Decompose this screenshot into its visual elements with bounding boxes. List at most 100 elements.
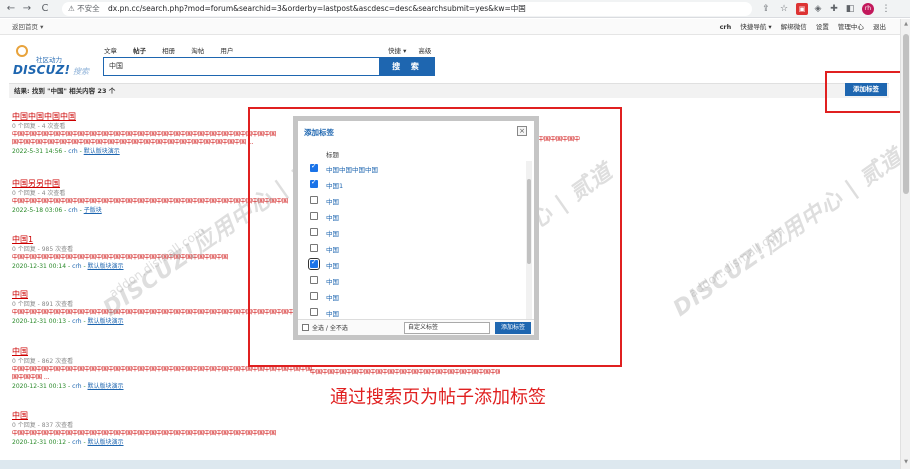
result-forum[interactable]: 默认版块演示: [88, 439, 124, 446]
result-date: 2020-12-31 00:13: [12, 383, 67, 390]
tag-label: 中国: [326, 198, 339, 206]
quick-dropdown[interactable]: 快捷 ▾: [388, 47, 406, 55]
tab-user[interactable]: 用户: [220, 47, 233, 55]
page-scrollbar[interactable]: ▲ ▼: [900, 19, 910, 469]
add-tag-modal: 添加标签 × 标题 中国中国中国中国 中国1 中国 中国 中国 中国 中国 中国…: [293, 116, 539, 340]
select-all-checkbox[interactable]: [302, 324, 309, 331]
tag-label: 中国: [326, 246, 339, 254]
result-user[interactable]: crh: [72, 263, 81, 270]
close-icon[interactable]: ×: [517, 126, 527, 136]
forward-arrow-icon[interactable]: →: [20, 2, 34, 16]
address-bar[interactable]: ⚠ 不安全 dx.pn.cc/search.php?mod=forum&sear…: [62, 2, 752, 16]
result-user[interactable]: crh: [72, 439, 81, 446]
result-user[interactable]: crh: [68, 207, 77, 214]
topbar-quicknav[interactable]: 快捷导航 ▾: [740, 23, 771, 31]
logo-search-icon: [16, 45, 28, 57]
tag-label: 中国1: [326, 182, 344, 190]
tab-article[interactable]: 文章: [104, 47, 117, 55]
modal-add-tag-button[interactable]: 添加标签: [495, 322, 531, 334]
tag-checkbox[interactable]: [310, 212, 318, 220]
result-count-bar: 结果: 找到 "中国" 相关内容 23 个: [9, 83, 889, 98]
tag-checkbox[interactable]: [310, 308, 318, 316]
tag-column-header: 标题: [326, 151, 339, 159]
highlight-box-add-tag: [825, 71, 908, 113]
extension-red-icon[interactable]: ▣: [796, 3, 808, 15]
result-user[interactable]: crh: [72, 318, 81, 325]
tag-label: 中国: [326, 294, 339, 302]
share-icon[interactable]: ⇪: [760, 3, 772, 15]
result-forum[interactable]: 默认版块演示: [88, 263, 124, 270]
topbar-logout[interactable]: 退出: [873, 23, 886, 31]
search-button[interactable]: 搜 索: [380, 57, 435, 76]
modal-scrollbar[interactable]: [526, 161, 532, 319]
tab-thread[interactable]: 帖子: [133, 47, 146, 55]
tag-row[interactable]: 中国: [304, 257, 526, 273]
extension-icon[interactable]: ◈: [812, 3, 824, 15]
result-forum[interactable]: 默认版块演示: [88, 383, 124, 390]
search-options: 快捷 ▾ 高级: [388, 45, 441, 55]
result-date: 2020-12-31 00:12: [12, 439, 67, 446]
tag-row[interactable]: 中国: [304, 209, 526, 225]
result-date: 2020-12-31 00:14: [12, 263, 67, 270]
tag-row[interactable]: 中国1: [304, 177, 526, 193]
tag-checkbox[interactable]: [310, 292, 318, 300]
tag-row[interactable]: 中国: [304, 305, 526, 319]
result-date: 2020-12-31 00:13: [12, 318, 67, 325]
custom-tag-input[interactable]: 自定义标签: [404, 322, 490, 334]
tab-album[interactable]: 相册: [162, 47, 175, 55]
tag-row[interactable]: 中国: [304, 273, 526, 289]
modal-content: 添加标签 × 标题 中国中国中国中国 中国1 中国 中国 中国 中国 中国 中国…: [298, 121, 534, 335]
watermark: DISCUZ!应用中心 | 贰道: [669, 144, 908, 322]
tag-row[interactable]: 中国: [304, 225, 526, 241]
tag-checkbox[interactable]: [310, 244, 318, 252]
tag-row[interactable]: 中国中国中国中国: [304, 161, 526, 177]
tag-label: 中国: [326, 230, 339, 238]
back-home-link[interactable]: 返回首页 ▾: [12, 19, 43, 35]
topbar-right: crh 快捷导航 ▾ 解绑微信 设置 管理中心 退出: [713, 19, 886, 35]
menu-dots-icon[interactable]: ⋮: [880, 3, 892, 15]
topbar-unbind-wechat[interactable]: 解绑微信: [781, 23, 807, 31]
result-forum[interactable]: 默认版块演示: [84, 148, 120, 155]
result-user[interactable]: crh: [68, 148, 77, 155]
result-meta: 0 个回复 - 837 次查看: [12, 422, 74, 429]
sidepanel-icon[interactable]: ◧: [844, 3, 856, 15]
discuz-logo[interactable]: 社区动力 DISCUZ! 搜索: [13, 43, 91, 77]
tag-checkbox[interactable]: [310, 196, 318, 204]
tab-collection[interactable]: 淘帖: [191, 47, 204, 55]
profile-avatar[interactable]: rh: [862, 3, 874, 15]
modal-scroll-thumb[interactable]: [527, 179, 531, 264]
advanced-link[interactable]: 高级: [418, 47, 431, 55]
puzzle-icon[interactable]: ✚: [828, 3, 840, 15]
scroll-thumb[interactable]: [903, 34, 909, 194]
tag-checkbox[interactable]: [310, 228, 318, 236]
back-arrow-icon[interactable]: ←: [4, 2, 18, 16]
star-icon[interactable]: ☆: [778, 3, 790, 15]
tag-checkbox[interactable]: [310, 276, 318, 284]
tag-label: 中国: [326, 310, 339, 318]
site-topbar: 返回首页 ▾ crh 快捷导航 ▾ 解绑微信 设置 管理中心 退出: [0, 19, 900, 35]
tag-row[interactable]: 中国: [304, 289, 526, 305]
search-input[interactable]: 中国: [103, 57, 380, 76]
tag-row[interactable]: 中国: [304, 193, 526, 209]
scroll-up-icon[interactable]: ▲: [902, 21, 910, 29]
modal-footer: 全选 / 全不选 自定义标签 添加标签: [298, 319, 534, 335]
topbar-admin[interactable]: 管理中心: [838, 23, 864, 31]
topbar-settings[interactable]: 设置: [816, 23, 829, 31]
logo-name-search: 搜索: [73, 67, 89, 76]
result-forum[interactable]: 子版块: [84, 207, 102, 214]
result-title[interactable]: 中国: [12, 410, 312, 421]
result-body: 国中国中国 ...: [12, 374, 50, 381]
topbar-user[interactable]: crh: [720, 23, 732, 31]
reload-icon[interactable]: C: [38, 2, 52, 16]
url-text: dx.pn.cc/search.php?mod=forum&searchid=3…: [108, 4, 526, 13]
tag-checkbox[interactable]: [310, 162, 318, 172]
tag-checkbox[interactable]: [310, 178, 318, 188]
select-all-label[interactable]: 全选 / 全不选: [312, 323, 348, 332]
tag-label: 中国: [326, 262, 339, 270]
result-date: 2022-5-18 03:06: [12, 207, 63, 214]
modal-title: 添加标签: [304, 128, 334, 137]
tag-row[interactable]: 中国: [304, 241, 526, 257]
tag-checkbox[interactable]: [308, 258, 320, 270]
result-user[interactable]: crh: [72, 383, 81, 390]
scroll-down-icon[interactable]: ▼: [902, 459, 910, 467]
